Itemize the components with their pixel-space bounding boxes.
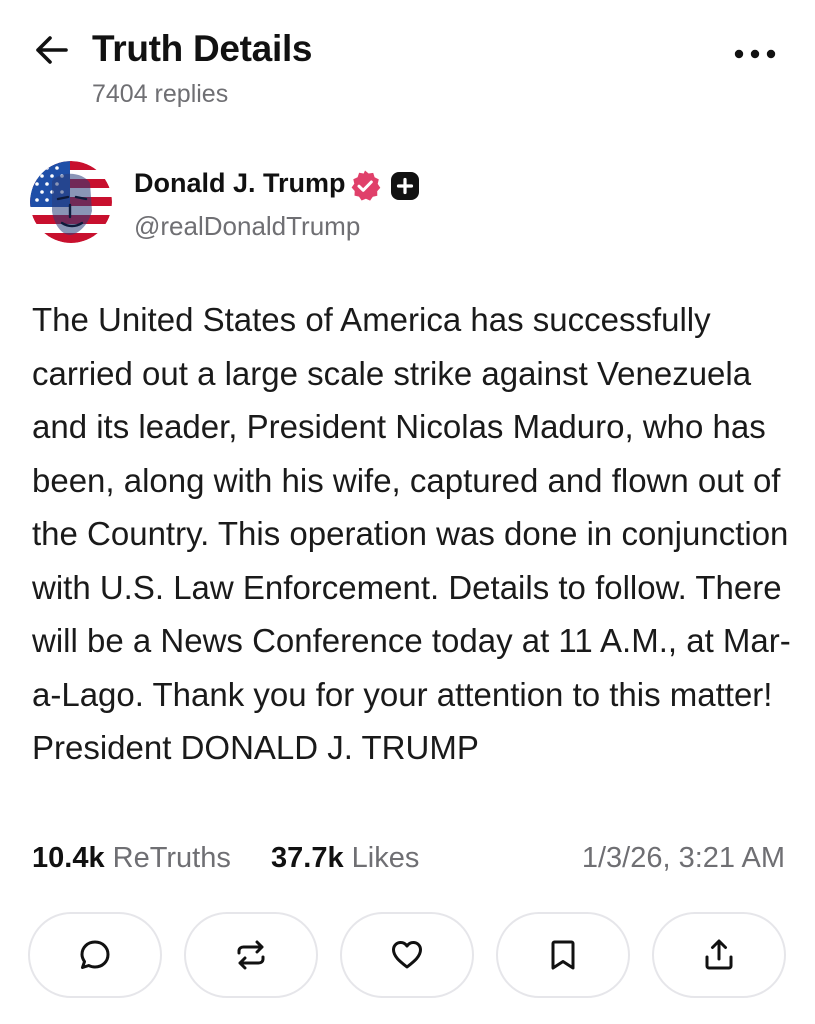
author-name[interactable]: Donald J. Trump [134, 168, 346, 199]
retruth-button[interactable] [184, 912, 318, 998]
more-options-button[interactable] [730, 38, 780, 70]
reply-bubble-icon [80, 940, 110, 969]
share-upload-icon [705, 939, 733, 970]
bookmark-button[interactable] [496, 912, 630, 998]
reply-count: 7404 replies [92, 80, 229, 108]
retruths-label: ReTruths [112, 842, 231, 874]
post-stats: 10.4k ReTruths 37.7k Likes 1/3/26, 3:21 … [32, 842, 787, 882]
likes-stat[interactable]: 37.7k Likes [271, 842, 419, 875]
post-body: The United States of America has success… [32, 301, 791, 766]
header: Truth Details 7404 replies [0, 0, 815, 130]
arrow-left-icon [36, 36, 68, 64]
like-button[interactable] [340, 912, 474, 998]
bookmark-icon [551, 940, 575, 970]
action-bar [28, 912, 788, 1000]
avatar[interactable] [30, 161, 112, 243]
truth-details-screen: Truth Details 7404 replies Donald J. Tru… [0, 0, 815, 1024]
author-handle[interactable]: @realDonaldTrump [134, 211, 360, 242]
likes-label: Likes [351, 842, 420, 874]
page-title: Truth Details [92, 28, 313, 69]
retruths-count: 10.4k [32, 842, 105, 874]
avatar-image [30, 161, 112, 243]
retruth-arrows-icon [237, 940, 265, 970]
plus-badge-icon [391, 172, 419, 200]
heart-icon [392, 941, 422, 969]
retruths-stat[interactable]: 10.4k ReTruths [32, 842, 231, 875]
post-timestamp: 1/3/26, 3:21 AM [581, 842, 785, 874]
likes-count: 37.7k [271, 842, 344, 874]
verified-badge-icon [351, 170, 381, 201]
reply-button[interactable] [28, 912, 162, 998]
share-button[interactable] [652, 912, 786, 998]
back-button[interactable] [32, 30, 72, 70]
more-horizontal-icon [734, 49, 776, 59]
